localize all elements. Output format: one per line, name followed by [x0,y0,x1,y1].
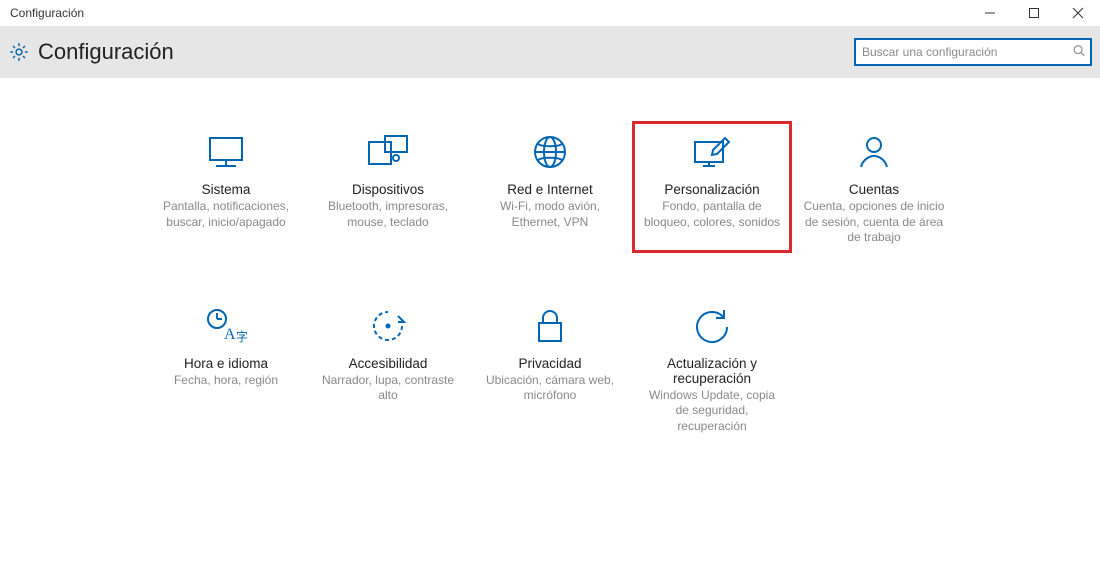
settings-content: Sistema Pantalla, notificaciones, buscar… [0,78,1100,441]
tile-title: Actualización y recuperación [637,356,787,386]
header-bar: Configuración [0,26,1100,78]
maximize-button[interactable] [1012,0,1056,26]
svg-text:字: 字 [236,329,248,344]
tile-title: Hora e idioma [151,356,301,371]
tile-actualizacion[interactable]: Actualización y recuperación Windows Upd… [633,296,791,441]
tile-accesibilidad[interactable]: Accesibilidad Narrador, lupa, contraste … [309,296,467,441]
tile-title: Dispositivos [313,182,463,197]
search-icon [1072,44,1086,61]
tile-empty [795,296,953,441]
tile-cuentas[interactable]: Cuentas Cuenta, opciones de inicio de se… [795,122,953,252]
settings-grid: Sistema Pantalla, notificaciones, buscar… [147,122,953,441]
tile-desc: Narrador, lupa, contraste alto [313,373,463,404]
tile-title: Red e Internet [475,182,625,197]
window-title: Configuración [10,6,84,20]
tile-desc: Wi-Fi, modo avión, Ethernet, VPN [475,199,625,230]
update-icon [637,302,787,350]
tile-desc: Fecha, hora, región [151,373,301,389]
tile-title: Personalización [637,182,787,197]
tile-desc: Windows Update, copia de seguridad, recu… [637,388,787,435]
tile-privacidad[interactable]: Privacidad Ubicación, cámara web, micróf… [471,296,629,441]
globe-icon [475,128,625,176]
tile-desc: Fondo, pantalla de bloqueo, colores, son… [637,199,787,230]
tile-personalizacion[interactable]: Personalización Fondo, pantalla de bloqu… [633,122,791,252]
search-box[interactable] [854,38,1092,66]
tile-desc: Bluetooth, impresoras, mouse, teclado [313,199,463,230]
time-language-icon: A 字 [151,302,301,350]
minimize-button[interactable] [968,0,1012,26]
page-title: Configuración [38,39,174,65]
tile-title: Accesibilidad [313,356,463,371]
tile-title: Cuentas [799,182,949,197]
tile-desc: Pantalla, notificaciones, buscar, inicio… [151,199,301,230]
tile-red[interactable]: Red e Internet Wi-Fi, modo avión, Ethern… [471,122,629,252]
header-left: Configuración [8,39,174,65]
accounts-icon [799,128,949,176]
personalization-icon [637,128,787,176]
maximize-icon [1028,7,1040,19]
lock-icon [475,302,625,350]
devices-icon [313,128,463,176]
tile-desc: Ubicación, cámara web, micrófono [475,373,625,404]
gear-icon [8,41,30,63]
minimize-icon [984,7,996,19]
tile-sistema[interactable]: Sistema Pantalla, notificaciones, buscar… [147,122,305,252]
accessibility-icon [313,302,463,350]
tile-desc: Cuenta, opciones de inicio de sesión, cu… [799,199,949,246]
tile-title: Sistema [151,182,301,197]
display-icon [151,128,301,176]
tile-title: Privacidad [475,356,625,371]
close-icon [1072,7,1084,19]
window-titlebar: Configuración [0,0,1100,26]
window-controls [968,0,1100,26]
close-button[interactable] [1056,0,1100,26]
tile-dispositivos[interactable]: Dispositivos Bluetooth, impresoras, mous… [309,122,467,252]
search-input[interactable] [854,38,1092,66]
svg-text:A: A [224,326,236,343]
tile-hora[interactable]: A 字 Hora e idioma Fecha, hora, región [147,296,305,441]
